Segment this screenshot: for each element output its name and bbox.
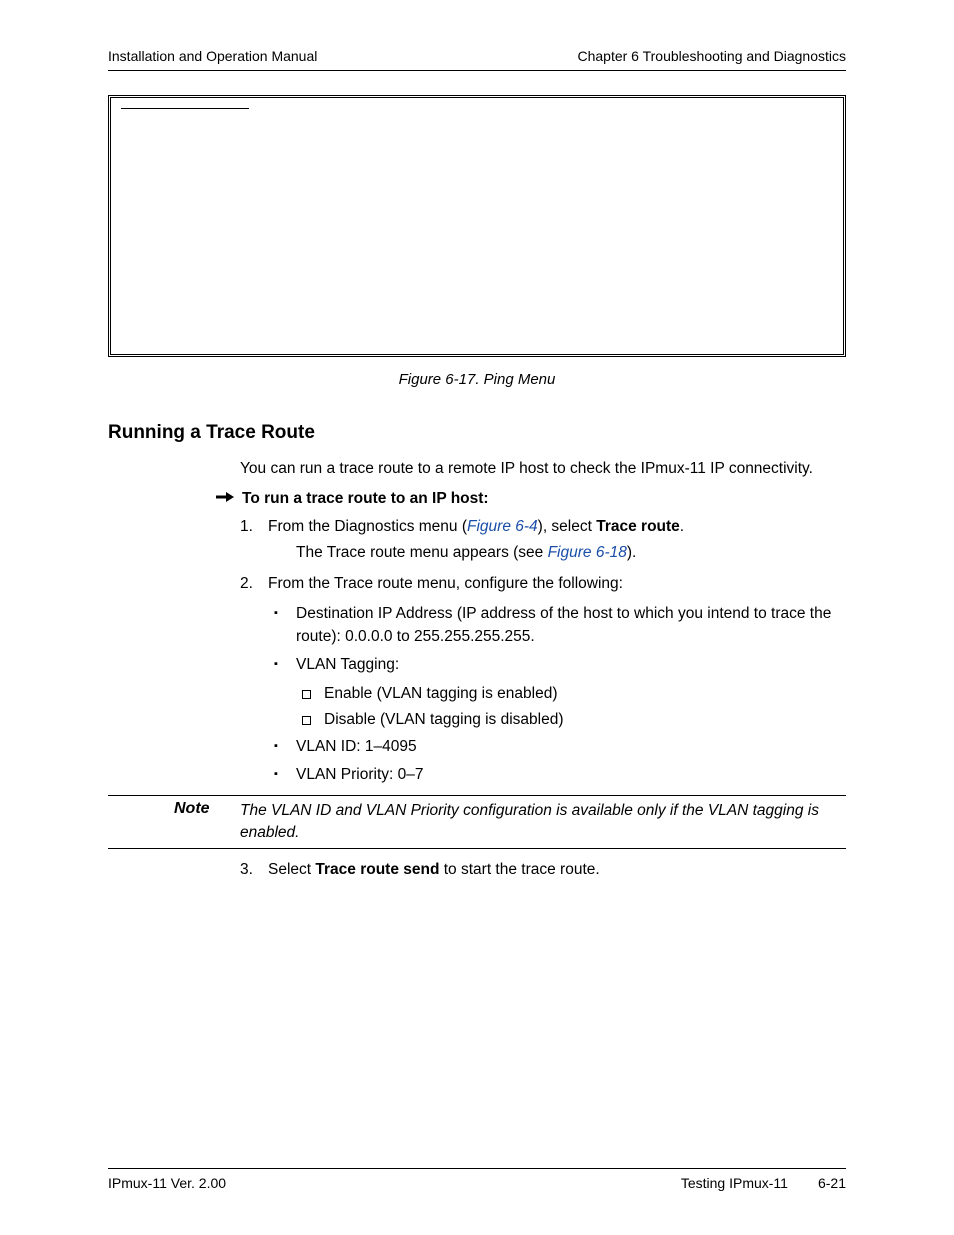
step-1-sub-b: ). [627, 544, 636, 561]
section-heading: Running a Trace Route [108, 422, 846, 444]
footer-left: IPmux-11 Ver. 2.00 [108, 1175, 226, 1191]
note-label: Note [108, 800, 240, 844]
bullet-destination-ip: Destination IP Address (IP address of th… [268, 603, 846, 648]
note-block: Note The VLAN ID and VLAN Priority confi… [108, 795, 846, 849]
figure-box [108, 95, 846, 357]
bullet-vlan-tagging: VLAN Tagging: [268, 654, 846, 676]
link-figure-6-4[interactable]: Figure 6-4 [467, 518, 538, 535]
figure-caption: Figure 6-17. Ping Menu [108, 371, 846, 388]
intro-paragraph: You can run a trace route to a remote IP… [240, 458, 846, 480]
step-2: 2. From the Trace route menu, configure … [240, 573, 846, 595]
step-3-text-b: to start the trace route. [439, 861, 599, 878]
procedure-heading: To run a trace route to an IP host: [242, 490, 489, 508]
procedure-arrow-icon [216, 491, 242, 507]
step-3-text-a: Select [268, 861, 315, 878]
option-enable: Enable (VLAN tagging is enabled) [296, 683, 846, 705]
footer-page-number: 6-21 [818, 1175, 846, 1191]
step-1-text-c: . [680, 518, 684, 535]
header-left: Installation and Operation Manual [108, 48, 317, 64]
note-text: The VLAN ID and VLAN Priority configurat… [240, 800, 846, 844]
footer-rule [108, 1168, 846, 1169]
footer-section-title: Testing IPmux-11 [681, 1175, 788, 1191]
step-3: 3. Select Trace route send to start the … [240, 859, 846, 881]
option-disable: Disable (VLAN tagging is disabled) [296, 709, 846, 731]
step-1-sub-a: The Trace route menu appears (see [296, 544, 548, 561]
link-figure-6-18[interactable]: Figure 6-18 [548, 544, 627, 561]
step-2-text: From the Trace route menu, configure the… [268, 575, 623, 592]
header-right: Chapter 6 Troubleshooting and Diagnostic… [577, 48, 846, 64]
step-1-text-a: From the Diagnostics menu ( [268, 518, 467, 535]
bullet-vlan-id: VLAN ID: 1–4095 [268, 736, 846, 758]
step-1-text-b: ), select [538, 518, 597, 535]
bullet-vlan-priority: VLAN Priority: 0–7 [268, 764, 846, 786]
step-3-bold: Trace route send [315, 861, 439, 878]
header-rule [108, 70, 846, 71]
step-1-bold: Trace route [596, 518, 680, 535]
figure-inner-rule [121, 108, 249, 109]
step-1: 1. From the Diagnostics menu (Figure 6-4… [240, 516, 846, 565]
